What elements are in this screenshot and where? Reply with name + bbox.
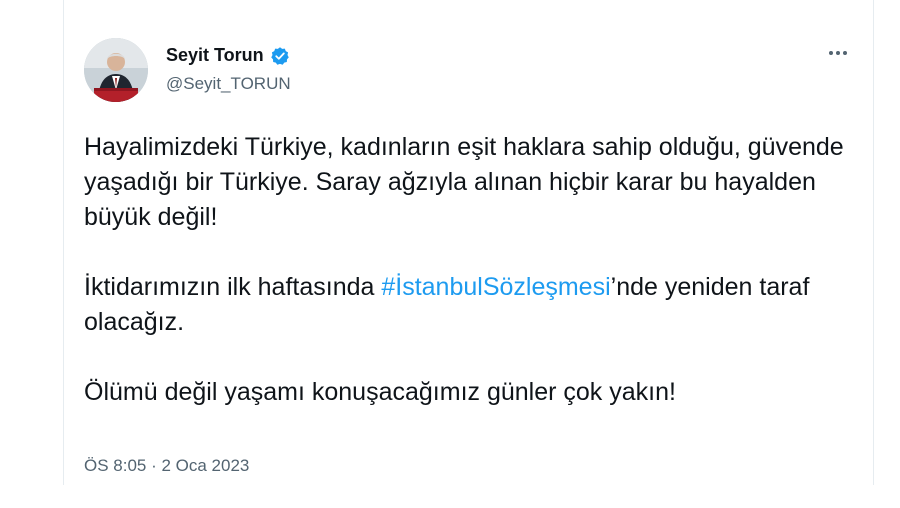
hashtag-link[interactable]: #İstanbulSözleşmesi [381,273,610,301]
tweet-timestamp[interactable]: ÖS 8:05 · 2 Oca 2023 [84,456,249,476]
avatar[interactable] [84,38,148,102]
more-dot [836,51,840,55]
verified-badge-icon [270,46,290,66]
profile-photo [84,38,148,102]
tweet-card: Seyit Torun @Seyit_TORUN Hayalimizdeki T… [63,0,874,485]
more-horizontal-icon [829,51,833,55]
tweet-paragraph: Ölümü değil yaşamı konuşacağımız günler … [84,378,676,406]
tweet-paragraph: İktidarımızın ilk haftasında #İstanbulSö… [84,270,844,340]
tweet-text-segment: İktidarımızın ilk haftasında [84,273,382,301]
author-display-name[interactable]: Seyit Torun [166,45,264,66]
author-name-row: Seyit Torun [166,45,290,66]
more-dot [843,51,847,55]
tweet-text: Hayalimizdeki Türkiye, kadınların eşit h… [84,130,844,410]
tweet-paragraph: Hayalimizdeki Türkiye, kadınların eşit h… [84,133,844,231]
more-options-button[interactable] [825,40,851,66]
author-handle[interactable]: @Seyit_TORUN [166,74,291,94]
